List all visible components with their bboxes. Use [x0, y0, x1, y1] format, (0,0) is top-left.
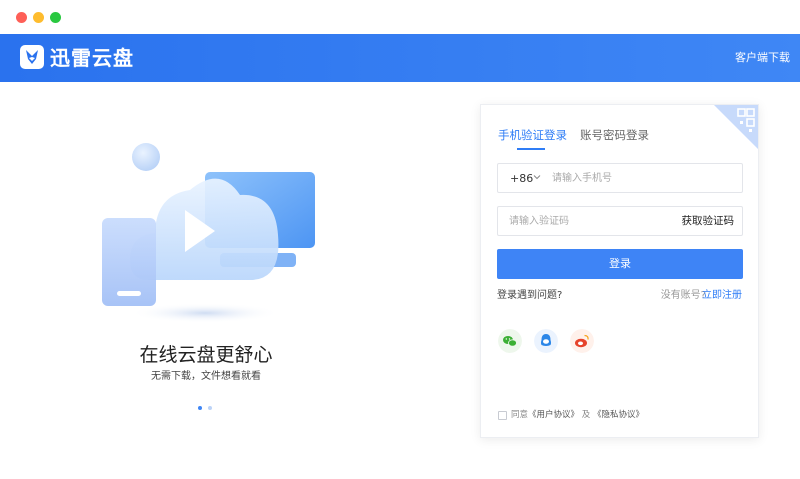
carousel-pager — [196, 406, 220, 412]
close-window-button[interactable] — [16, 12, 27, 23]
phone-field: +86 — [497, 163, 743, 193]
wechat-icon[interactable] — [498, 329, 522, 353]
agreement-conjunction: 及 — [581, 410, 591, 420]
qq-icon[interactable] — [534, 329, 558, 353]
active-tab-indicator — [517, 148, 545, 150]
tab-password-login[interactable]: 账号密码登录 — [580, 127, 649, 143]
promo-subslogan: 无需下载，文件想看就看 — [151, 371, 261, 382]
client-download-link[interactable]: 客户端下载 — [735, 50, 790, 66]
weibo-icon[interactable] — [570, 329, 594, 353]
login-button[interactable]: 登录 — [497, 249, 743, 279]
login-problem-link[interactable]: 登录遇到问题? — [497, 289, 562, 303]
agreement-text: 同意《用户协议》 及 《隐私协议》 — [511, 409, 644, 421]
tab-phone-login[interactable]: 手机验证登录 — [498, 127, 567, 143]
carousel-dot-active[interactable] — [198, 406, 202, 410]
get-code-button[interactable]: 获取验证码 — [682, 214, 735, 229]
no-account-text: 没有账号? — [660, 290, 706, 301]
verification-code-field: 获取验证码 — [497, 206, 743, 236]
cloud-video-illustration — [102, 143, 315, 323]
register-link[interactable]: 立即注册 — [702, 289, 742, 303]
brand-name: 迅雷云盘 — [50, 46, 134, 70]
chevron-down-icon[interactable] — [533, 173, 541, 181]
country-code-select[interactable]: +86 — [510, 171, 533, 186]
app-header: 迅雷云盘 客户端下载 — [0, 34, 800, 82]
minimize-window-button[interactable] — [33, 12, 44, 23]
verification-code-input[interactable] — [509, 212, 669, 231]
privacy-policy-link[interactable]: 《隐私协议》 — [593, 410, 644, 420]
maximize-window-button[interactable] — [50, 12, 61, 23]
qr-login-icon[interactable] — [714, 105, 758, 149]
user-agreement-link[interactable]: 《用户协议》 — [528, 410, 579, 420]
promo-slogan: 在线云盘更舒心 — [139, 344, 273, 366]
agreement-prefix: 同意 — [511, 410, 529, 420]
brand-logo-icon — [20, 45, 44, 69]
window-titlebar — [0, 0, 800, 34]
phone-input[interactable] — [552, 169, 732, 188]
login-card: 手机验证登录 账号密码登录 +86 获取验证码 登录 登录遇到问题? 没有账号?… — [480, 104, 759, 438]
agreement-checkbox[interactable] — [498, 411, 507, 420]
carousel-dot[interactable] — [208, 406, 212, 410]
